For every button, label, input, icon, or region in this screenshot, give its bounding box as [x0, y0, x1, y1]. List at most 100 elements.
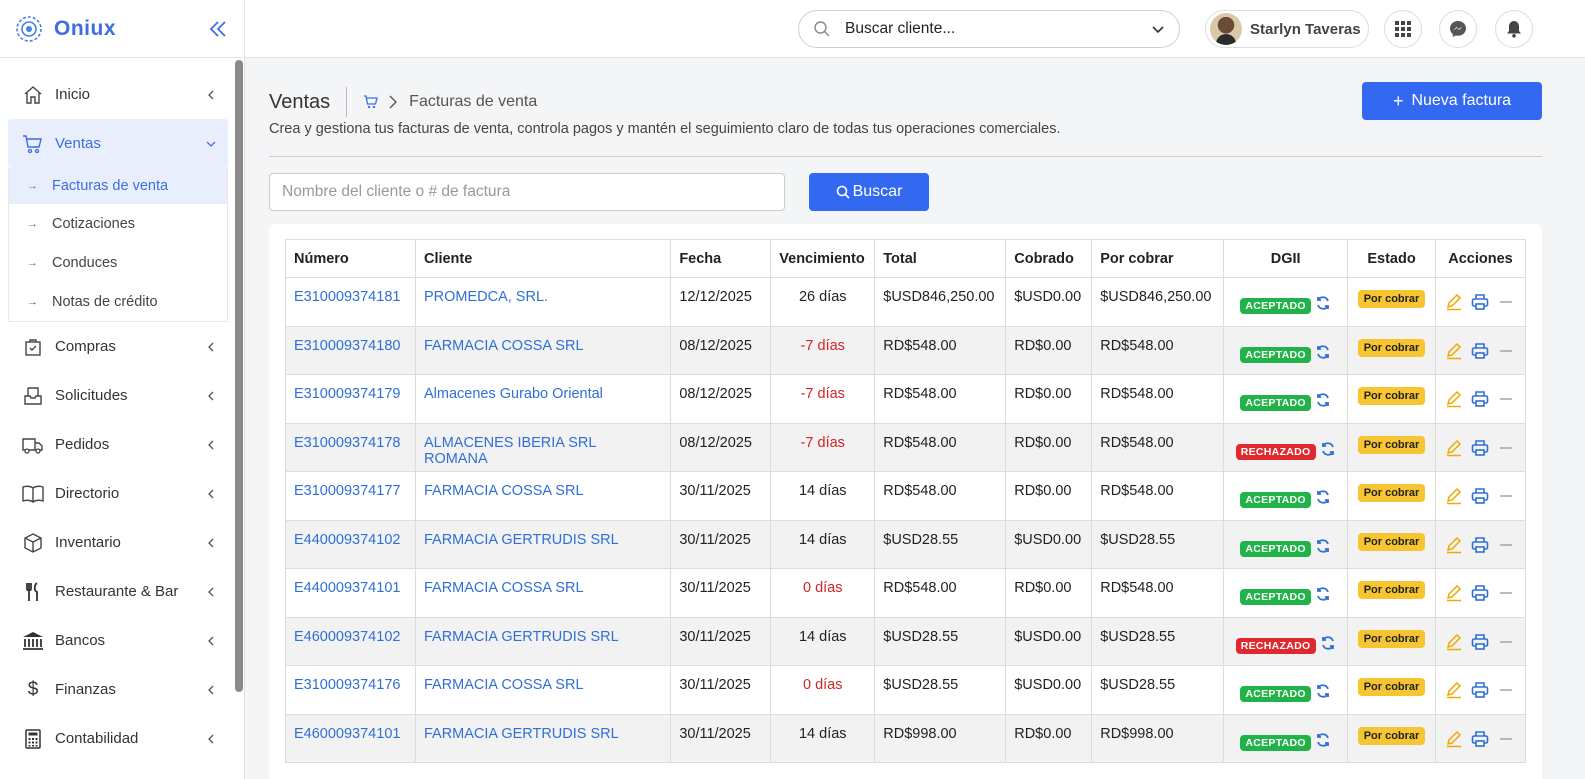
- more-dash-icon[interactable]: [1497, 536, 1515, 554]
- col-header-por-cobrar[interactable]: Por cobrar: [1091, 239, 1225, 278]
- edit-icon[interactable]: [1445, 342, 1463, 360]
- invoice-number-link[interactable]: E310009374178: [294, 435, 400, 451]
- estado-cell: Por cobrar: [1347, 713, 1436, 763]
- invoice-number-link[interactable]: E310009374177: [294, 483, 400, 499]
- print-icon[interactable]: [1471, 584, 1489, 602]
- print-icon[interactable]: [1471, 390, 1489, 408]
- client-link[interactable]: FARMACIA COSSA SRL: [424, 483, 584, 499]
- search-button[interactable]: Buscar: [809, 173, 929, 211]
- col-header-total[interactable]: Total: [874, 239, 1007, 278]
- print-icon[interactable]: [1471, 293, 1489, 311]
- col-header-numero[interactable]: Número: [285, 239, 416, 278]
- messenger-button[interactable]: [1439, 10, 1477, 48]
- user-menu[interactable]: Starlyn Taveras: [1205, 10, 1369, 48]
- client-search-select[interactable]: Buscar cliente...: [798, 10, 1180, 48]
- more-dash-icon[interactable]: [1497, 584, 1515, 602]
- invoice-number-link[interactable]: E440009374101: [294, 580, 400, 596]
- invoice-number-link[interactable]: E310009374180: [294, 338, 400, 354]
- print-icon[interactable]: [1471, 487, 1489, 505]
- edit-icon[interactable]: [1445, 681, 1463, 699]
- sidebar-item-inventario[interactable]: Inventario: [0, 518, 236, 567]
- client-link[interactable]: Almacenes Gurabo Oriental: [424, 386, 603, 402]
- col-header-dgii[interactable]: DGII: [1223, 239, 1349, 278]
- sync-icon[interactable]: [1320, 441, 1336, 457]
- sidebar-item-finanzas[interactable]: $ Finanzas: [0, 665, 236, 714]
- edit-icon[interactable]: [1445, 633, 1463, 651]
- client-link[interactable]: FARMACIA COSSA SRL: [424, 580, 584, 596]
- sidebar-item-directorio[interactable]: Directorio: [0, 469, 236, 518]
- sync-icon[interactable]: [1315, 732, 1331, 748]
- sidebar-item-contabilidad[interactable]: Contabilidad: [0, 714, 236, 763]
- sidebar-item-pedidos[interactable]: Pedidos: [0, 420, 236, 469]
- invoice-number-link[interactable]: E310009374179: [294, 386, 400, 402]
- actions-cell: [1434, 471, 1527, 521]
- invoice-number-link[interactable]: E440009374102: [294, 532, 400, 548]
- sidebar-item-compras[interactable]: Compras: [0, 322, 236, 371]
- invoice-filter-input[interactable]: [269, 173, 785, 211]
- more-dash-icon[interactable]: [1497, 730, 1515, 748]
- sidebar-item-solicitudes[interactable]: Solicitudes: [0, 371, 236, 420]
- sidebar-sub-notas-de-credito[interactable]: → Notas de crédito: [9, 282, 227, 321]
- more-dash-icon[interactable]: [1497, 487, 1515, 505]
- edit-icon[interactable]: [1445, 536, 1463, 554]
- more-dash-icon[interactable]: [1497, 681, 1515, 699]
- sidebar-scrollbar[interactable]: [235, 60, 243, 692]
- client-link[interactable]: FARMACIA COSSA SRL: [424, 677, 584, 693]
- more-dash-icon[interactable]: [1497, 342, 1515, 360]
- print-icon[interactable]: [1471, 342, 1489, 360]
- pending-cell: RD$548.00: [1091, 422, 1225, 472]
- edit-icon[interactable]: [1445, 584, 1463, 602]
- print-icon[interactable]: [1471, 439, 1489, 457]
- invoice-number-link[interactable]: E460009374102: [294, 629, 400, 645]
- more-dash-icon[interactable]: [1497, 439, 1515, 457]
- sidebar-item-ventas[interactable]: Ventas: [8, 119, 228, 168]
- more-dash-icon[interactable]: [1497, 293, 1515, 311]
- invoice-number-link[interactable]: E310009374181: [294, 289, 400, 305]
- sync-icon[interactable]: [1320, 635, 1336, 651]
- col-header-vencimiento[interactable]: Vencimiento: [770, 239, 876, 278]
- sidebar-sub-facturas-de-venta[interactable]: → Facturas de venta: [9, 168, 227, 204]
- logo-row: Oniux: [0, 0, 244, 58]
- sidebar-item-inicio[interactable]: Inicio: [0, 70, 236, 119]
- total-cell: $USD28.55: [874, 665, 1007, 715]
- col-header-cobrado[interactable]: Cobrado: [1005, 239, 1093, 278]
- print-icon[interactable]: [1471, 536, 1489, 554]
- print-icon[interactable]: [1471, 681, 1489, 699]
- sync-icon[interactable]: [1315, 538, 1331, 554]
- edit-icon[interactable]: [1445, 390, 1463, 408]
- sidebar-sub-cotizaciones[interactable]: → Cotizaciones: [9, 204, 227, 243]
- sidebar-sub-conduces[interactable]: → Conduces: [9, 243, 227, 282]
- client-link[interactable]: FARMACIA GERTRUDIS SRL: [424, 726, 619, 742]
- col-header-fecha[interactable]: Fecha: [670, 239, 772, 278]
- col-header-estado[interactable]: Estado: [1347, 239, 1436, 278]
- edit-icon[interactable]: [1445, 439, 1463, 457]
- client-link[interactable]: FARMACIA GERTRUDIS SRL: [424, 629, 619, 645]
- edit-icon[interactable]: [1445, 730, 1463, 748]
- edit-icon[interactable]: [1445, 293, 1463, 311]
- print-icon[interactable]: [1471, 730, 1489, 748]
- sidebar-item-bancos[interactable]: Bancos: [0, 616, 236, 665]
- sync-icon[interactable]: [1315, 392, 1331, 408]
- breadcrumb-cart-icon[interactable]: [363, 94, 379, 110]
- sync-icon[interactable]: [1315, 586, 1331, 602]
- collapse-sidebar-icon[interactable]: [206, 17, 230, 41]
- more-dash-icon[interactable]: [1497, 633, 1515, 651]
- sync-icon[interactable]: [1315, 295, 1331, 311]
- edit-icon[interactable]: [1445, 487, 1463, 505]
- apps-button[interactable]: [1384, 10, 1422, 48]
- sync-icon[interactable]: [1315, 683, 1331, 699]
- client-link[interactable]: ALMACENES IBERIA SRL ROMANA: [424, 435, 596, 467]
- invoice-number-link[interactable]: E460009374101: [294, 726, 400, 742]
- sync-icon[interactable]: [1315, 344, 1331, 360]
- sync-icon[interactable]: [1315, 489, 1331, 505]
- client-link[interactable]: FARMACIA GERTRUDIS SRL: [424, 532, 619, 548]
- client-link[interactable]: FARMACIA COSSA SRL: [424, 338, 584, 354]
- print-icon[interactable]: [1471, 633, 1489, 651]
- invoice-number-link[interactable]: E310009374176: [294, 677, 400, 693]
- notifications-button[interactable]: [1495, 10, 1533, 48]
- client-link[interactable]: PROMEDCA, SRL.: [424, 289, 548, 305]
- sidebar-item-restaurante-bar[interactable]: Restaurante & Bar: [0, 567, 236, 616]
- col-header-cliente[interactable]: Cliente: [414, 239, 672, 278]
- new-invoice-button[interactable]: + Nueva factura: [1362, 82, 1542, 120]
- more-dash-icon[interactable]: [1497, 390, 1515, 408]
